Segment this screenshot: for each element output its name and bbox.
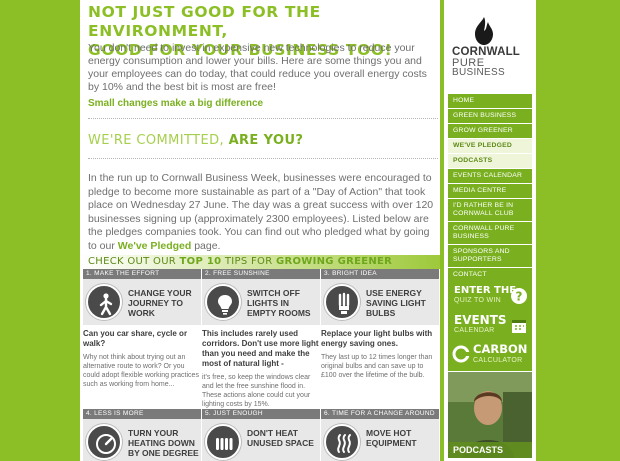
quiz-promo-title: ENTER THE (454, 285, 517, 296)
podcasts-promo[interactable]: PODCASTS (448, 372, 532, 458)
pledge-paragraph: In the run up to Cornwall Business Week,… (88, 172, 438, 253)
nav-item-home[interactable]: HOME (448, 94, 532, 108)
tip-header: CHANGE YOUR JOURNEY TO WORK (83, 279, 201, 325)
nav-item-green-business[interactable]: GREEN BUSINESS (448, 109, 532, 123)
tip-answer: it's free, so keep the windows clear and… (202, 374, 311, 408)
nav-item-grow-greener[interactable]: GROW GREENER (448, 124, 532, 138)
tip-label: 4. LESS IS MORE (83, 409, 201, 419)
carbon-c-icon (452, 345, 470, 363)
events-promo-title: EVENTS (454, 313, 507, 327)
tip-header: SWITCH OFF LIGHTS IN EMPTY ROOMS (202, 279, 320, 325)
tip-title: CHANGE YOUR JOURNEY TO WORK (128, 288, 192, 318)
tip-header: USE ENERGY SAVING LIGHT BULBS (321, 279, 439, 325)
committed-heading: WE'RE COMMITTED, ARE YOU? (88, 133, 303, 148)
tip-title: USE ENERGY SAVING LIGHT BULBS (366, 288, 426, 318)
tip-answer: They last up to 12 times longer than ori… (321, 354, 433, 379)
pledge-text-end: page. (194, 239, 221, 252)
small-changes-link[interactable]: Small changes make a big difference (88, 98, 263, 109)
carbon-calculator-promo-button[interactable]: CARBON CALCULATOR (448, 340, 532, 371)
tips-banner: CHECK OUT OUR TOP 10 TIPS FOR GROWING GR… (80, 255, 440, 269)
heat-waves-icon (324, 424, 360, 460)
flame-logo-icon (475, 17, 493, 45)
main-content: NOT JUST GOOD FOR THE ENVIRONMENT, GOOD … (80, 0, 440, 461)
radiator-icon (205, 424, 241, 460)
tip-header: TURN YOUR HEATING DOWN BY ONE DEGREE (83, 419, 201, 461)
tips-green: GROWING GREENER (275, 256, 393, 267)
sidebar-nav: HOME GREEN BUSINESS GROW GREENER WE'VE P… (448, 94, 532, 283)
tips-bold: TOP 10 (179, 256, 222, 267)
thermostat-dial-icon (86, 424, 122, 460)
tip-label: 6. TIME FOR A CHANGE AROUND (321, 409, 439, 419)
tip-answer: Why not think about trying out an altern… (83, 354, 199, 388)
tip-question: Replace your light bulbs with energy sav… (321, 329, 433, 348)
weve-pledged-link[interactable]: We've Pledged (118, 240, 192, 252)
question-mark-icon: ? (511, 288, 527, 304)
quiz-promo-subtitle: QUIZ TO WIN (454, 297, 501, 304)
committed-prefix: WE'RE COMMITTED, (88, 133, 225, 148)
tip-header: MOVE HOT EQUIPMENT (321, 419, 439, 461)
sidebar: CORNWALL PURE BUSINESS HOME GREEN BUSINE… (444, 0, 536, 461)
tip-card[interactable]: 3. BRIGHT IDEA USE ENERGY SAVING LIGHT B… (321, 269, 439, 380)
divider (88, 118, 438, 119)
nav-item-cornwall-pure-business[interactable]: CORNWALL PURE BUSINESS (448, 222, 532, 244)
tip-card[interactable]: 2. FREE SUNSHINE SWITCH OFF LIGHTS IN EM… (202, 269, 320, 409)
tip-title: DON'T HEAT UNUSED SPACE (247, 428, 314, 448)
calendar-icon (512, 320, 526, 333)
tip-title: MOVE HOT EQUIPMENT (366, 428, 417, 448)
tips-mid: TIPS FOR (224, 256, 273, 267)
tip-title: TURN YOUR HEATING DOWN BY ONE DEGREE (128, 428, 199, 458)
walking-person-icon (86, 284, 122, 320)
nav-item-contact[interactable]: CONTACT (448, 268, 532, 282)
tip-label: 1. MAKE THE EFFORT (83, 269, 201, 279)
carbon-promo-title: CARBON (473, 342, 528, 356)
cornwall-pure-business-logo[interactable]: CORNWALL PURE BUSINESS (444, 0, 536, 92)
events-promo-button[interactable]: EVENTS CALENDAR (448, 311, 532, 342)
tips-heading: CHECK OUT OUR TOP 10 TIPS FOR GROWING GR… (88, 255, 392, 269)
carbon-promo-subtitle: CALCULATOR (473, 357, 523, 364)
nav-item-media-centre[interactable]: MEDIA CENTRE (448, 184, 532, 198)
tip-label: 5. JUST ENOUGH (202, 409, 320, 419)
tip-question: This includes rarely used corridors. Don… (202, 329, 319, 368)
tip-card[interactable]: 4. LESS IS MORE TURN YOUR HEATING DOWN B… (83, 409, 201, 461)
tip-header: DON'T HEAT UNUSED SPACE (202, 419, 320, 461)
committed-bold: ARE YOU? (228, 133, 304, 148)
tip-card[interactable]: 6. TIME FOR A CHANGE AROUND MOVE HOT EQU… (321, 409, 439, 461)
energy-saving-bulb-icon (324, 284, 360, 320)
headline-line-1: NOT JUST GOOD FOR THE ENVIRONMENT, (88, 3, 321, 40)
quiz-promo-button[interactable]: ENTER THE QUIZ TO WIN ? (448, 281, 532, 312)
lightbulb-icon (205, 284, 241, 320)
tip-label: 2. FREE SUNSHINE (202, 269, 320, 279)
tips-prefix: CHECK OUT OUR (88, 256, 177, 267)
intro-paragraph: You don't need to invest in expensive ne… (88, 42, 427, 93)
tip-label: 3. BRIGHT IDEA (321, 269, 439, 279)
tip-card[interactable]: 1. MAKE THE EFFORT CHANGE YOUR JOURNEY T… (83, 269, 201, 389)
nav-item-sponsors[interactable]: SPONSORS AND SUPPORTERS (448, 245, 532, 267)
events-promo-subtitle: CALENDAR (454, 327, 495, 334)
logo-word-business: BUSINESS (452, 67, 505, 78)
svg-text:?: ? (516, 290, 523, 304)
tip-card[interactable]: 5. JUST ENOUGH DON'T HEAT UNUSED SPACE (202, 409, 320, 461)
tip-title: SWITCH OFF LIGHTS IN EMPTY ROOMS (247, 288, 311, 318)
nav-item-cornwall-club[interactable]: I'D RATHER BE IN CORNWALL CLUB (448, 199, 532, 221)
nav-item-events-calendar[interactable]: EVENTS CALENDAR (448, 169, 532, 183)
divider (88, 158, 438, 159)
tip-question: Can you car share, cycle or walk? (83, 329, 188, 348)
nav-item-weve-pledged[interactable]: WE'VE PLEDGED (448, 139, 532, 153)
podcasts-label: PODCASTS (448, 442, 532, 458)
nav-item-podcasts[interactable]: PODCASTS (448, 154, 532, 168)
